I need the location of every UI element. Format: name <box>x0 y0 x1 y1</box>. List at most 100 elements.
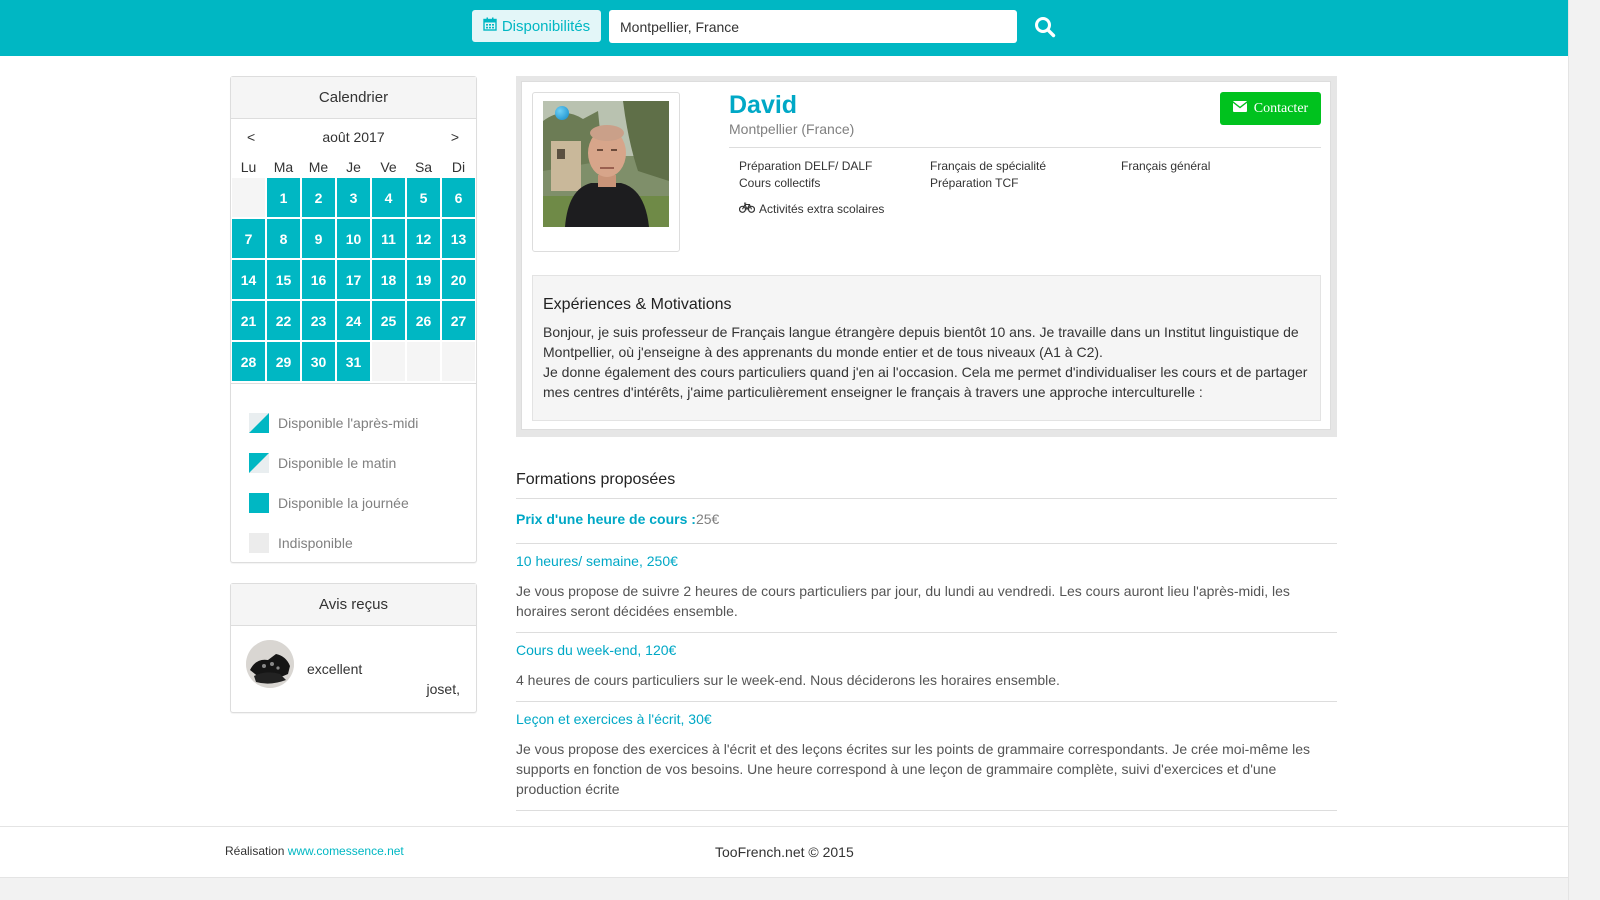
formations-title: Formations proposées <box>516 465 1337 499</box>
calendar-day[interactable]: 31 <box>336 341 371 382</box>
experience-paragraph: Je donne également des cours particulier… <box>543 364 1308 400</box>
calendar-day[interactable]: 5 <box>406 177 441 218</box>
calendar-day[interactable]: 18 <box>371 259 406 300</box>
legend-item: Disponible le matin <box>249 443 469 483</box>
top-bar: Disponibilités <box>0 0 1568 56</box>
calendar-day[interactable]: 21 <box>231 300 266 341</box>
offer-description: Je vous propose des exercices à l'écrit … <box>516 741 1311 797</box>
calendar-day[interactable]: 10 <box>336 218 371 259</box>
legend-item: Disponible l'après-midi <box>249 403 469 443</box>
calendar-day[interactable]: 3 <box>336 177 371 218</box>
offer-item: Cours du week-end, 120€ 4 heures de cour… <box>516 633 1337 702</box>
weekday-label: Lu <box>240 159 257 175</box>
scrollbar[interactable] <box>1568 0 1600 900</box>
experience-text: Bonjour, je suis professeur de Français … <box>543 322 1313 402</box>
legend-label: Indisponible <box>278 535 353 551</box>
afternoon-swatch-icon <box>249 413 269 433</box>
weekday-label: Ma <box>273 159 294 175</box>
calendar-panel: Calendrier < août 2017 > Lu Ma Me Je Ve … <box>230 76 477 563</box>
review-text: excellent <box>307 661 363 677</box>
calendar-day[interactable]: 12 <box>406 218 441 259</box>
offer-title[interactable]: Leçon et exercices à l'écrit, 30€ <box>516 702 1337 739</box>
calendar-day[interactable]: 30 <box>301 341 336 382</box>
calendar-day[interactable]: 19 <box>406 259 441 300</box>
offer-title[interactable]: Cours du week-end, 120€ <box>516 633 1337 670</box>
calendar-day[interactable]: 27 <box>441 300 476 341</box>
calendar-title: Calendrier <box>231 77 476 119</box>
calendar-icon <box>483 17 497 35</box>
weekday-label: Di <box>451 159 466 175</box>
search-button[interactable] <box>1032 14 1058 40</box>
review-author: joset, <box>426 681 460 697</box>
calendar-day[interactable]: 16 <box>301 259 336 300</box>
experience-title: Expériences & Motivations <box>543 296 732 313</box>
extra-activities-label: Activités extra scolaires <box>759 202 885 216</box>
tag-column: Français de spécialité Préparation TCF <box>930 158 1046 192</box>
calendar-nav: < août 2017 > <box>231 129 476 149</box>
experience-paragraph: Bonjour, je suis professeur de Français … <box>543 324 1299 360</box>
calendar-next-button[interactable]: > <box>451 129 459 145</box>
unavailable-swatch-icon <box>249 533 269 553</box>
calendar-day[interactable]: 14 <box>231 259 266 300</box>
search-icon <box>1032 17 1058 43</box>
calendar-day[interactable]: 20 <box>441 259 476 300</box>
calendar-day[interactable]: 2 <box>301 177 336 218</box>
tag: Français de spécialité <box>930 159 1047 173</box>
calendar-day[interactable]: 22 <box>266 300 301 341</box>
weekday-label: Je <box>346 159 361 175</box>
calendar-day[interactable]: 29 <box>266 341 301 382</box>
calendar-day[interactable]: 13 <box>441 218 476 259</box>
bicycle-icon <box>738 202 756 216</box>
legend-item: Disponible la journée <box>249 483 469 523</box>
experience-box: Expériences & Motivations Bonjour, je su… <box>532 275 1321 421</box>
reviews-title: Avis reçus <box>231 584 476 626</box>
calendar-month: août 2017 <box>322 129 385 145</box>
search-input[interactable] <box>609 10 1017 43</box>
calendar-day[interactable]: 28 <box>231 341 266 382</box>
calendar-weekdays: Lu Ma Me Je Ve Sa Di <box>231 159 476 177</box>
calendar-day[interactable]: 26 <box>406 300 441 341</box>
profile-divider <box>729 147 1321 148</box>
bottom-strip <box>0 877 1568 900</box>
calendar-day[interactable]: 7 <box>231 218 266 259</box>
calendar-day[interactable]: 25 <box>371 300 406 341</box>
profile-location: Montpellier (France) <box>729 121 855 137</box>
tag: Cours collectifs <box>739 176 821 190</box>
profile-photo-frame <box>532 92 680 252</box>
disponibilites-button[interactable]: Disponibilités <box>472 10 601 42</box>
calendar-day[interactable]: 1 <box>266 177 301 218</box>
legend-label: Disponible la journée <box>278 495 409 511</box>
calendar-day[interactable]: 9 <box>301 218 336 259</box>
calendar-day[interactable]: 8 <box>266 218 301 259</box>
weekday-label: Sa <box>414 159 433 175</box>
calendar-day-empty <box>231 177 266 218</box>
calendar-day[interactable]: 4 <box>371 177 406 218</box>
contact-button[interactable]: Contacter <box>1220 92 1321 125</box>
calendar-day-empty <box>441 341 476 382</box>
full-day-swatch-icon <box>249 493 269 513</box>
footer: Réalisation www.comessence.net TooFrench… <box>0 826 1568 877</box>
price-label: Prix d'une heure de cours : <box>516 511 696 527</box>
footer-link[interactable]: www.comessence.net <box>288 844 404 858</box>
avatar <box>246 640 294 688</box>
calendar-legend: Disponible l'après-midi Disponible le ma… <box>249 403 469 563</box>
calendar-day[interactable]: 23 <box>301 300 336 341</box>
offer-description: 4 heures de cours particuliers sur le we… <box>516 672 1060 688</box>
offer-title[interactable]: 10 heures/ semaine, 250€ <box>516 544 1337 581</box>
calendar-day[interactable]: 17 <box>336 259 371 300</box>
calendar-day[interactable]: 6 <box>441 177 476 218</box>
profile-card: David Montpellier (France) Contacter Pré… <box>516 76 1337 437</box>
weekday-label: Ve <box>380 159 397 175</box>
calendar-day[interactable]: 11 <box>371 218 406 259</box>
formations-section: Formations proposées Prix d'une heure de… <box>516 465 1337 811</box>
footer-realisation-label: Réalisation <box>225 844 285 858</box>
legend-label: Disponible le matin <box>278 455 397 471</box>
price-value: 25€ <box>695 511 720 527</box>
calendar-day[interactable]: 24 <box>336 300 371 341</box>
offer-item: Leçon et exercices à l'écrit, 30€ Je vou… <box>516 702 1337 811</box>
envelope-icon <box>1232 100 1248 117</box>
tag: Préparation DELF/ DALF <box>739 159 873 173</box>
footer-credit: Réalisation www.comessence.net <box>225 844 404 858</box>
tag-column: Français général <box>1121 158 1210 175</box>
calendar-day[interactable]: 15 <box>266 259 301 300</box>
